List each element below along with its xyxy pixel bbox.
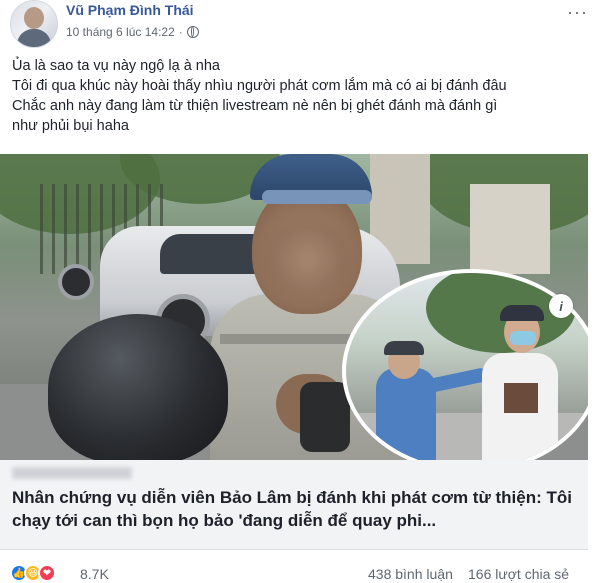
post-text: Ủa là sao ta vụ này ngộ lạ à nha Tôi đi … [12, 56, 588, 136]
link-preview[interactable]: Nhân chứng vụ diễn viên Bảo Lâm bị đánh … [0, 460, 588, 550]
inset-person-cap [500, 305, 544, 321]
meta-separator: · [178, 25, 183, 39]
shared-photo[interactable] [0, 154, 588, 460]
globe-icon[interactable] [186, 26, 199, 38]
link-source-blurred [12, 467, 132, 479]
inset-face-mask [510, 331, 536, 345]
reaction-icons[interactable]: 👍 😆 ❤ [10, 564, 56, 582]
photo-wheel [58, 264, 94, 300]
more-options-button[interactable]: ··· [567, 2, 588, 23]
inset-arm [427, 366, 489, 394]
author-name[interactable]: Vũ Phạm Đình Thái [66, 2, 194, 18]
comment-count[interactable]: 438 bình luận [368, 566, 453, 582]
love-icon: ❤ [38, 564, 56, 582]
photo-glove [300, 382, 350, 452]
facebook-post: Vũ Phạm Đình Thái 10 tháng 6 lúc 14:22 ·… [0, 0, 600, 583]
avatar[interactable] [10, 0, 58, 48]
photo-blurred-face [262, 219, 352, 299]
post-text-line: Chắc anh này đang làm từ thiện livestrea… [12, 98, 498, 114]
inset-shirt-print [504, 383, 538, 413]
avatar-face [24, 7, 44, 29]
post-text-line: Ủa là sao ta vụ này ngộ lạ à nha [12, 58, 220, 74]
info-icon[interactable]: i [549, 294, 573, 318]
post-text-line: như phủi bụi haha [12, 118, 129, 134]
photo-cap-brim [262, 190, 372, 204]
share-count[interactable]: 166 lượt chia sẻ [468, 566, 569, 582]
avatar-body [17, 29, 51, 47]
post-timestamp[interactable]: 10 tháng 6 lúc 14:22 [66, 25, 175, 39]
post-footer: 👍 😆 ❤ 8.7K 438 bình luận 166 lượt chia s… [0, 560, 600, 583]
inset-person-cap [384, 341, 424, 355]
inset-person-blue [376, 368, 436, 460]
photo-building [470, 184, 550, 274]
post-text-line: Tôi đi qua khúc này hoài thấy nhìu người… [12, 78, 507, 94]
reaction-count[interactable]: 8.7K [80, 566, 109, 582]
post-meta: 10 tháng 6 lúc 14:22 · [66, 25, 199, 39]
photo-motorbike [6, 234, 96, 304]
photo-helmet [48, 314, 228, 460]
link-title[interactable]: Nhân chứng vụ diễn viên Bảo Lâm bị đánh … [12, 486, 577, 532]
